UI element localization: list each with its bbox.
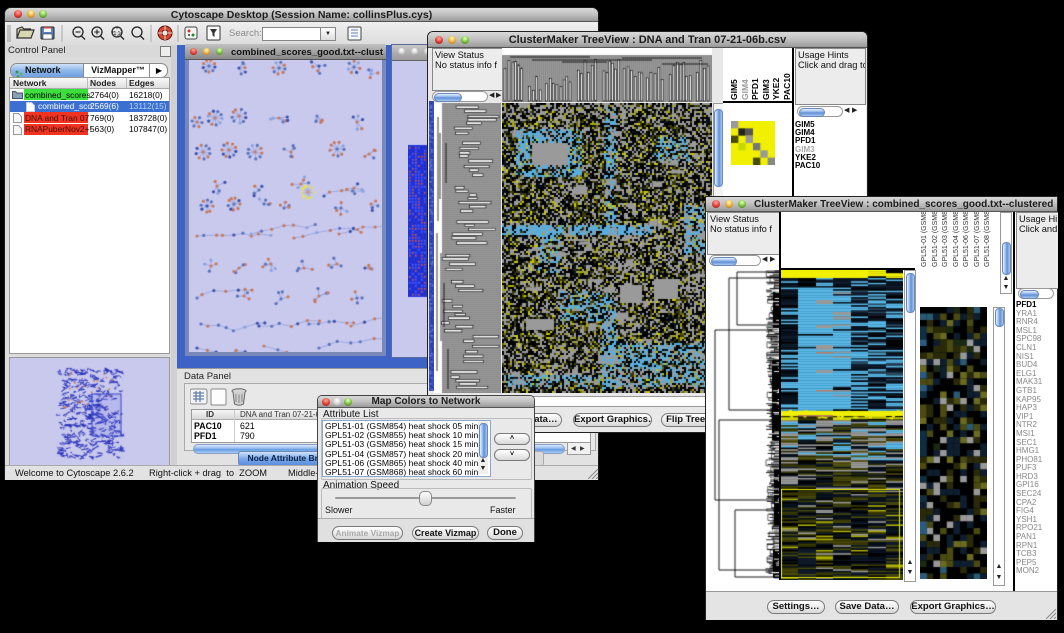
svg-text:Search:: Search: [229, 28, 262, 39]
svg-text:1:1: 1:1 [114, 31, 121, 37]
